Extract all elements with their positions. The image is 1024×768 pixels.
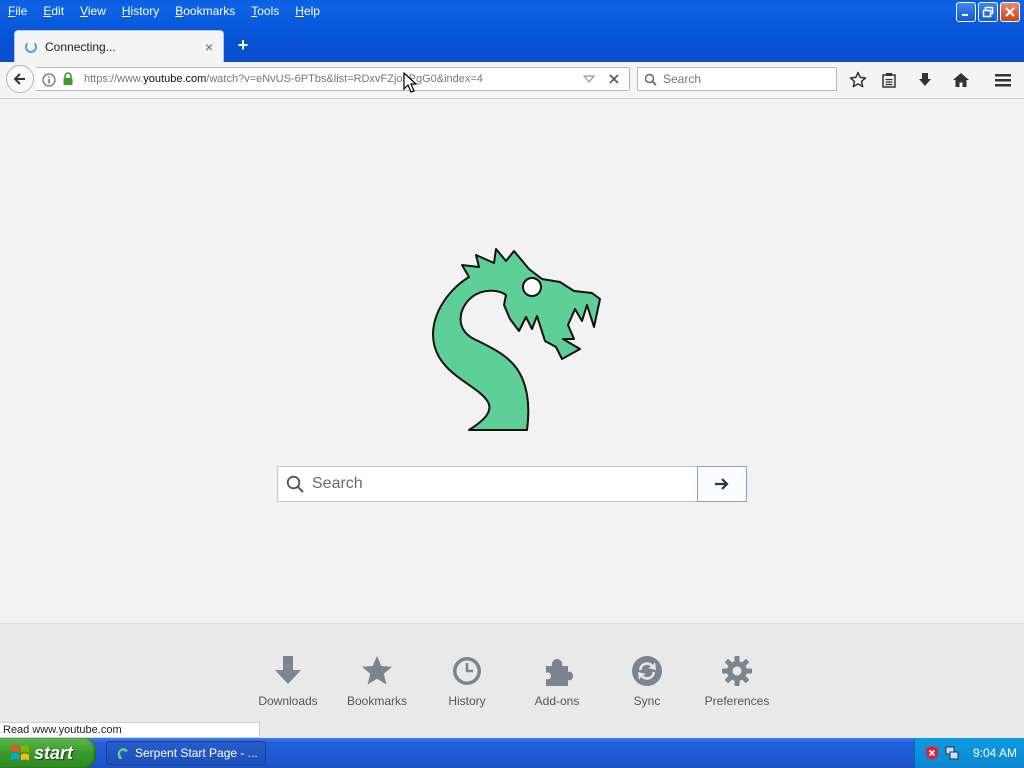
bookmark-star-button[interactable] [848,70,868,90]
tab-close-button[interactable]: × [201,39,217,55]
back-arrow-icon [13,73,25,85]
hamburger-menu-icon [995,74,1011,87]
start-label: start [34,742,74,763]
url-path: /watch?v=eNvUS-6PTbs&list=RDxvFZjo5PgG0&… [206,73,483,85]
launcher-history[interactable]: History [422,654,512,708]
dropdown-arrow-icon[interactable] [583,74,595,84]
download-icon [275,656,301,684]
page-search-input[interactable]: Search [278,467,697,501]
tab-current[interactable]: Connecting... × [14,30,224,62]
navigation-toolbar: https://www.youtube.com/watch?v=eNvUS-6P… [0,62,1024,99]
lock-icon [63,72,73,85]
serpent-app-icon [117,748,128,759]
arrow-right-icon [715,478,729,490]
search-icon [644,73,657,86]
search-bar-placeholder: Search [663,72,702,86]
minimize-button[interactable] [956,2,976,22]
menu-file[interactable]: File [0,0,35,22]
url-host: youtube.com [143,73,207,85]
launcher-label: Preferences [704,694,770,708]
launcher-downloads[interactable]: Downloads [243,654,333,708]
launcher-label: Add-ons [534,694,580,708]
star-icon [362,656,392,685]
puzzle-icon [546,659,573,686]
launcher-addons[interactable]: Add-ons [512,654,602,708]
launcher-preferences[interactable]: Preferences [692,654,782,708]
sync-icon [632,656,662,686]
page-search-placeholder: Search [312,475,363,492]
url-bar[interactable]: https://www.youtube.com/watch?v=eNvUS-6P… [36,67,630,91]
launcher-label: History [448,694,486,708]
search-submit-button[interactable] [697,466,747,502]
status-text: Read www.youtube.com [0,722,260,738]
search-icon [286,475,304,493]
security-shield-icon[interactable] [925,745,939,761]
taskbar-window-serpent[interactable]: Serpent Start Page - ... [106,741,266,765]
home-icon [953,73,969,87]
close-window-button[interactable] [1000,2,1020,22]
menu-view[interactable]: View [72,0,114,22]
network-icon[interactable] [945,745,959,761]
page-search-box: Search [277,466,747,502]
serpent-dragon-logo [432,248,601,431]
download-arrow-icon [919,73,931,86]
reading-list-button[interactable] [879,70,899,90]
info-icon[interactable] [42,73,56,87]
launcher-label: Sync [633,694,661,708]
home-button[interactable] [951,70,971,90]
url-prefix: https://www. [84,73,144,85]
menu-button[interactable] [993,70,1013,90]
menu-edit[interactable]: Edit [35,0,72,22]
loading-spinner-icon [25,40,37,53]
star-outline-icon [849,71,867,88]
menu-bookmarks[interactable]: Bookmarks [167,0,243,22]
taskbar: start Serpent Start Page - ... 9:04 AM [0,738,1024,768]
stop-icon[interactable] [609,74,619,84]
gear-icon [722,656,752,686]
menu-history[interactable]: History [114,0,167,22]
clock-icon [453,657,481,685]
start-button[interactable]: start [0,738,96,768]
downloads-button[interactable] [915,70,935,90]
menu-tools[interactable]: Tools [243,0,287,22]
tab-title: Connecting... [45,39,116,54]
minimize-icon [962,14,968,16]
launcher-label: Bookmarks [346,694,408,708]
clipboard-icon [882,73,896,88]
url-text[interactable]: https://www.youtube.com/watch?v=eNvUS-6P… [84,73,583,85]
close-icon [1005,7,1015,17]
windows-logo-icon [11,745,29,761]
menu-help[interactable]: Help [287,0,328,22]
new-tab-button[interactable]: + [234,36,252,54]
restore-icon [982,6,994,18]
restore-button[interactable] [978,2,998,22]
mouse-cursor-icon [403,72,417,93]
system-tray: 9:04 AM [914,738,1024,768]
taskbar-window-label: Serpent Start Page - ... [135,746,258,760]
launcher-label: Downloads [258,694,318,708]
tray-clock: 9:04 AM [973,746,1018,760]
launcher-sync[interactable]: Sync [602,654,692,708]
search-bar[interactable]: Search [637,67,837,91]
menu-bar: File Edit View History Bookmarks Tools H… [0,0,328,22]
back-button[interactable] [6,65,34,93]
launcher-bookmarks[interactable]: Bookmarks [332,654,422,708]
